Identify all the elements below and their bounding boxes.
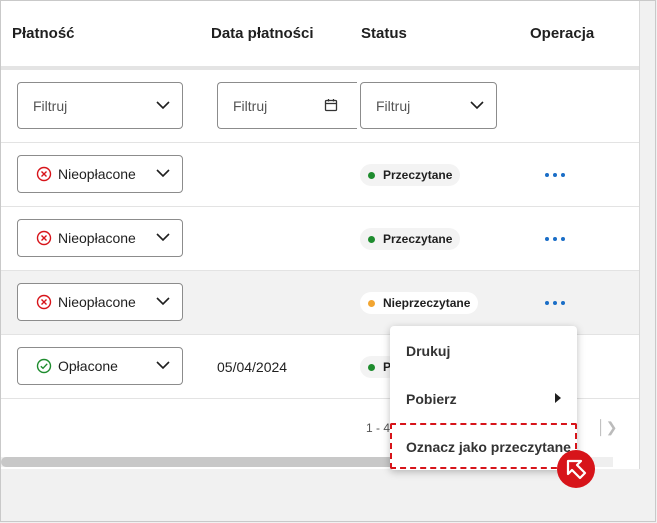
payment-status-label: Nieopłacone (58, 230, 136, 246)
status-dot (368, 363, 375, 371)
header-payment-date[interactable]: Data płatności (211, 25, 314, 42)
status-filter-placeholder: Filtruj (376, 97, 411, 114)
status-label: Nieprzeczytane (383, 296, 471, 310)
status-dot (368, 299, 375, 307)
header-operation: Operacja (530, 25, 595, 42)
table-header: Płatność Data płatności Status Operacja (1, 1, 639, 67)
date-filter-placeholder: Filtruj (233, 97, 268, 114)
more-options-icon[interactable] (545, 235, 565, 243)
payment-status-select[interactable]: Nieopłacone (17, 155, 183, 193)
table-row: Nieopłacone Przeczytane (1, 207, 639, 271)
table-row: Nieopłacone Przeczytane (1, 143, 639, 207)
header-status[interactable]: Status (361, 25, 407, 42)
payment-date: 05/04/2024 (217, 359, 288, 375)
operation-context-menu: Drukuj Pobierz Oznacz jako przeczytane (390, 326, 577, 470)
payment-status-select[interactable]: Nieopłacone (17, 283, 183, 321)
payment-status-label: Nieopłacone (58, 294, 136, 310)
unpaid-x-circle-icon (36, 166, 52, 182)
status-label: Przeczytane (383, 232, 453, 246)
more-options-icon[interactable] (545, 299, 565, 307)
chevron-down-icon (156, 233, 170, 242)
payment-filter-placeholder: Filtruj (33, 97, 68, 114)
chevron-down-icon (156, 101, 170, 110)
chevron-down-icon (156, 297, 170, 306)
menu-item-download[interactable]: Pobierz (406, 391, 457, 407)
menu-item-mark-as-read[interactable]: Oznacz jako przeczytane (406, 439, 571, 455)
payment-status-select[interactable]: Nieopłacone (17, 219, 183, 257)
more-options-icon[interactable] (545, 171, 565, 179)
status-badge: Przeczytane (360, 228, 461, 250)
payment-status-select[interactable]: Opłacone (17, 347, 183, 385)
header-payment[interactable]: Płatność (12, 25, 75, 42)
chevron-down-icon (470, 101, 484, 110)
calendar-icon[interactable] (324, 98, 338, 112)
status-filter-select[interactable]: Filtruj (360, 82, 497, 129)
pagination-range: 1 - 4 (366, 421, 391, 435)
status-dot (368, 171, 375, 179)
vertical-divider (639, 1, 640, 469)
status-badge: Przeczytane (360, 164, 461, 186)
payment-filter-select[interactable]: Filtruj (17, 82, 183, 129)
payment-status-label: Opłacone (58, 358, 118, 374)
unpaid-x-circle-icon (36, 230, 52, 246)
status-badge: Nieprzeczytane (360, 292, 479, 314)
paid-check-circle-icon (36, 358, 52, 374)
caret-right-icon (555, 393, 561, 403)
last-page-icon[interactable]: │❯ (597, 419, 617, 436)
chevron-down-icon (156, 361, 170, 370)
chevron-down-icon (156, 169, 170, 178)
payment-status-label: Nieopłacone (58, 166, 136, 182)
status-dot (368, 235, 375, 243)
status-label: Przeczytane (383, 168, 453, 182)
arrow-up-left-icon (566, 459, 587, 480)
date-filter-input[interactable]: Filtruj (217, 82, 357, 129)
unpaid-x-circle-icon (36, 294, 52, 310)
menu-item-print[interactable]: Drukuj (406, 343, 450, 359)
cursor-pointer-icon (557, 450, 595, 488)
